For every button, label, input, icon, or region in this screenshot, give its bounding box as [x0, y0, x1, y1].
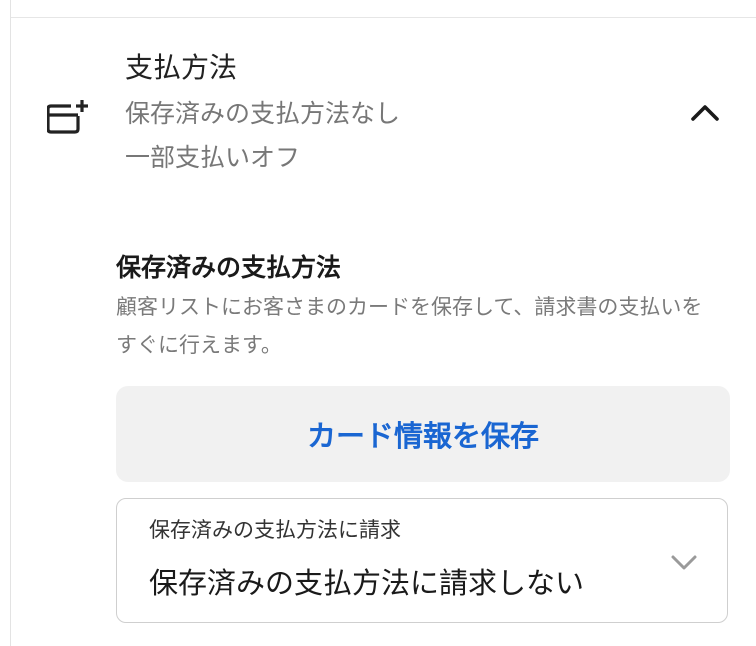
charge-select-value: 保存済みの支払方法に請求しない: [149, 566, 585, 600]
partial-payment-status: 一部支払いオフ: [125, 143, 301, 172]
chevron-down-icon: [671, 555, 697, 570]
payment-method-title: 支払方法: [125, 51, 238, 84]
save-card-button[interactable]: カード情報を保存: [116, 386, 730, 482]
add-card-icon: [47, 100, 88, 134]
saved-method-status: 保存済みの支払方法なし: [125, 99, 401, 128]
saved-methods-description: 顧客リストにお客さまのカードを保存して、請求書の支払いをすぐに行えます。: [116, 295, 703, 357]
payment-method-header[interactable]: 支払方法 保存済みの支払方法なし 一部支払いオフ: [11, 18, 756, 198]
save-card-button-label: カード情報を保存: [306, 419, 539, 453]
payment-settings-panel: 支払方法 保存済みの支払方法なし 一部支払いオフ 保存済みの支払方法 顧客リスト…: [0, 0, 756, 646]
chevron-up-icon[interactable]: [687, 98, 723, 128]
saved-methods-title: 保存済みの支払方法: [116, 253, 342, 282]
charge-saved-method-select[interactable]: 保存済みの支払方法に請求 保存済みの支払方法に請求しない: [116, 498, 728, 623]
charge-select-label: 保存済みの支払方法に請求: [149, 518, 401, 542]
